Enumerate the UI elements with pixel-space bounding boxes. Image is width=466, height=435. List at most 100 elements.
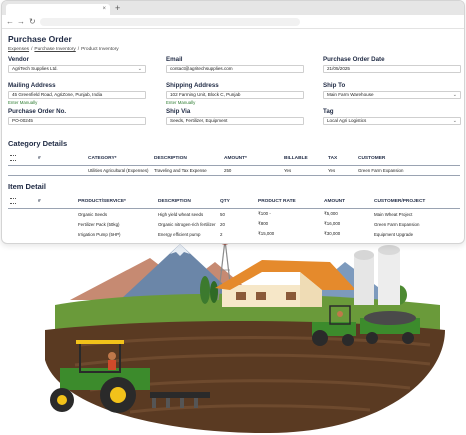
column-header: TAX xyxy=(328,155,338,161)
ship-via-value: Seeds, Fertilizer, Equipment xyxy=(170,118,228,123)
cell: Main Wheat Project xyxy=(374,211,413,217)
chevron-down-icon: ⌄ xyxy=(452,118,457,124)
tag-field-group: Tag Local Agri Logistics ⌄ xyxy=(323,108,461,125)
cell: 2 xyxy=(220,231,223,237)
vendor-value: AgriTech Supplies Ltd. xyxy=(12,66,58,71)
page-content: Purchase Order Expenses / Purchase Invento… xyxy=(2,29,464,242)
ship-to-field-group: Ship To Main Farm Warehouse ⌄ xyxy=(323,82,461,99)
po-number-label: Purchase Order No. xyxy=(8,108,67,115)
chevron-down-icon: ⌄ xyxy=(137,66,142,72)
mailing-address-value: 45 Greenfield Road, AgriZone, Punjab, In… xyxy=(12,92,103,97)
mailing-enter-manually-link[interactable]: Enter Manually xyxy=(8,100,146,105)
back-icon[interactable]: ← xyxy=(6,17,14,27)
row-handle xyxy=(8,166,36,176)
row-handle xyxy=(8,229,36,239)
column-header: # xyxy=(38,155,41,161)
email-field[interactable]: contact@agritechsupplies.com xyxy=(166,65,304,73)
email-value: contact@agritechsupplies.com xyxy=(170,66,233,71)
cell: Yes xyxy=(284,168,292,173)
po-date-label: Purchase Order Date xyxy=(323,56,385,63)
tag-value: Local Agri Logistics xyxy=(327,118,367,123)
cell xyxy=(36,166,86,176)
tag-select[interactable]: Local Agri Logistics ⌄ xyxy=(323,117,461,125)
shipping-address-field[interactable]: 102 Farming Unit, Block C, Punjab xyxy=(166,91,304,99)
vendor-field-group: Vendor AgriTech Supplies Ltd. ⌄ xyxy=(8,56,146,73)
cell: Organic Seeds xyxy=(78,211,108,217)
column-header: DESCRIPTION xyxy=(154,155,187,161)
po-number-field-group: Purchase Order No. PO-00245 xyxy=(8,108,146,125)
cell: 20 xyxy=(220,221,225,227)
breadcrumb-separator: / xyxy=(77,47,80,52)
cell: High yield wheat seeds xyxy=(158,211,204,217)
ship-via-label: Ship Via xyxy=(166,108,191,115)
po-date-field-group: Purchase Order Date 21/05/2025 xyxy=(323,56,461,73)
tree xyxy=(210,281,218,303)
po-number-field[interactable]: PO-00245 xyxy=(8,117,146,125)
shipping-enter-manually-link[interactable]: Enter Manually xyxy=(166,100,304,105)
column-header: BILLABLE xyxy=(284,155,308,161)
vendor-label: Vendor xyxy=(8,56,29,63)
column-header: # xyxy=(38,198,41,204)
ship-via-field[interactable]: Seeds, Fertilizer, Equipment xyxy=(166,117,304,125)
cell: Green Farm Expansion xyxy=(358,168,404,173)
cell xyxy=(36,209,76,220)
cell: Utilities Agricultural (Expenses) xyxy=(88,168,149,173)
column-settings-icon[interactable] xyxy=(8,194,36,209)
row-handle xyxy=(8,219,36,229)
table-header-row: # CATEGORY* DESCRIPTION AMOUNT* BILLABLE… xyxy=(8,151,460,166)
shipping-address-value: 102 Farming Unit, Block C, Punjab xyxy=(170,92,241,97)
forward-icon[interactable]: → xyxy=(17,17,25,27)
breadcrumb-product-inventory: Product Inventory xyxy=(81,47,119,52)
email-field-group: Email contact@agritechsupplies.com xyxy=(166,56,304,73)
column-header: PRODUCT RATE xyxy=(258,198,296,204)
column-header: QTY xyxy=(220,198,230,204)
ship-to-select[interactable]: Main Farm Warehouse ⌄ xyxy=(323,91,461,99)
cell xyxy=(36,219,76,229)
breadcrumb: Expenses / Purchase Inventory / Product Inve… xyxy=(8,47,458,52)
po-date-value: 21/05/2025 xyxy=(327,66,350,71)
browser-tab[interactable]: × xyxy=(6,4,110,15)
table-row[interactable]: Fertilizer Pack (50kg) Organic nitrogen-… xyxy=(8,219,460,229)
table-row[interactable]: Utilities Agricultural (Expenses) Travel… xyxy=(8,166,460,176)
tag-label: Tag xyxy=(323,108,334,115)
cell: ₹5,000 xyxy=(324,211,338,216)
breadcrumb-purchase-inventory[interactable]: Purchase Inventory xyxy=(34,47,75,52)
browser-toolbar: ← → ↻ xyxy=(2,15,464,29)
column-header: CATEGORY* xyxy=(88,155,117,161)
close-tab-icon[interactable]: × xyxy=(102,4,106,15)
mailing-address-field[interactable]: 45 Greenfield Road, AgriZone, Punjab, In… xyxy=(8,91,146,99)
table-row[interactable]: Organic Seeds High yield wheat seeds 50 … xyxy=(8,209,460,220)
cell: ₹16,000 xyxy=(324,221,341,226)
browser-window: × + ← → ↻ Purchase Order Expenses / Purcha… xyxy=(1,0,465,244)
ship-to-label: Ship To xyxy=(323,82,346,89)
breadcrumb-expenses[interactable]: Expenses xyxy=(8,47,29,52)
cell: Fertilizer Pack (50kg) xyxy=(78,221,120,227)
cell: Green Farm Expansion xyxy=(374,221,420,227)
reload-icon[interactable]: ↻ xyxy=(29,17,36,27)
cell: ₹800 xyxy=(258,221,269,226)
new-tab-icon[interactable]: + xyxy=(115,3,120,13)
column-settings-icon[interactable] xyxy=(8,151,36,166)
cell: Yes xyxy=(328,168,336,173)
chevron-down-icon: ⌄ xyxy=(452,92,457,98)
po-number-value: PO-00245 xyxy=(12,118,33,123)
row-handle xyxy=(8,209,36,220)
cell: 250 xyxy=(224,168,232,173)
column-header: AMOUNT* xyxy=(224,155,247,161)
purchase-order-form: Vendor AgriTech Supplies Ltd. ⌄ Email con… xyxy=(8,56,461,136)
breadcrumb-separator: / xyxy=(31,47,33,52)
cell: Energy efficient pump xyxy=(158,231,201,237)
cell: ₹100 - xyxy=(258,211,271,216)
column-header: DESCRIPTION xyxy=(158,198,191,204)
tab-bar: × + xyxy=(2,1,464,15)
column-header: PRODUCT/SERVICE* xyxy=(78,198,126,204)
table-row[interactable]: Irrigation Pump (5HP) Energy efficient p… xyxy=(8,229,460,239)
cell: ₹15,000 xyxy=(258,231,275,236)
po-date-field[interactable]: 21/05/2025 xyxy=(323,65,461,73)
cell: Traveling and Tax Expense xyxy=(154,168,207,173)
vendor-select[interactable]: AgriTech Supplies Ltd. ⌄ xyxy=(8,65,146,73)
shipping-address-label: Shipping Address xyxy=(166,82,219,89)
cell: Irrigation Pump (5HP) xyxy=(78,231,121,237)
address-bar[interactable] xyxy=(40,18,300,26)
page-title: Purchase Order xyxy=(8,34,72,44)
